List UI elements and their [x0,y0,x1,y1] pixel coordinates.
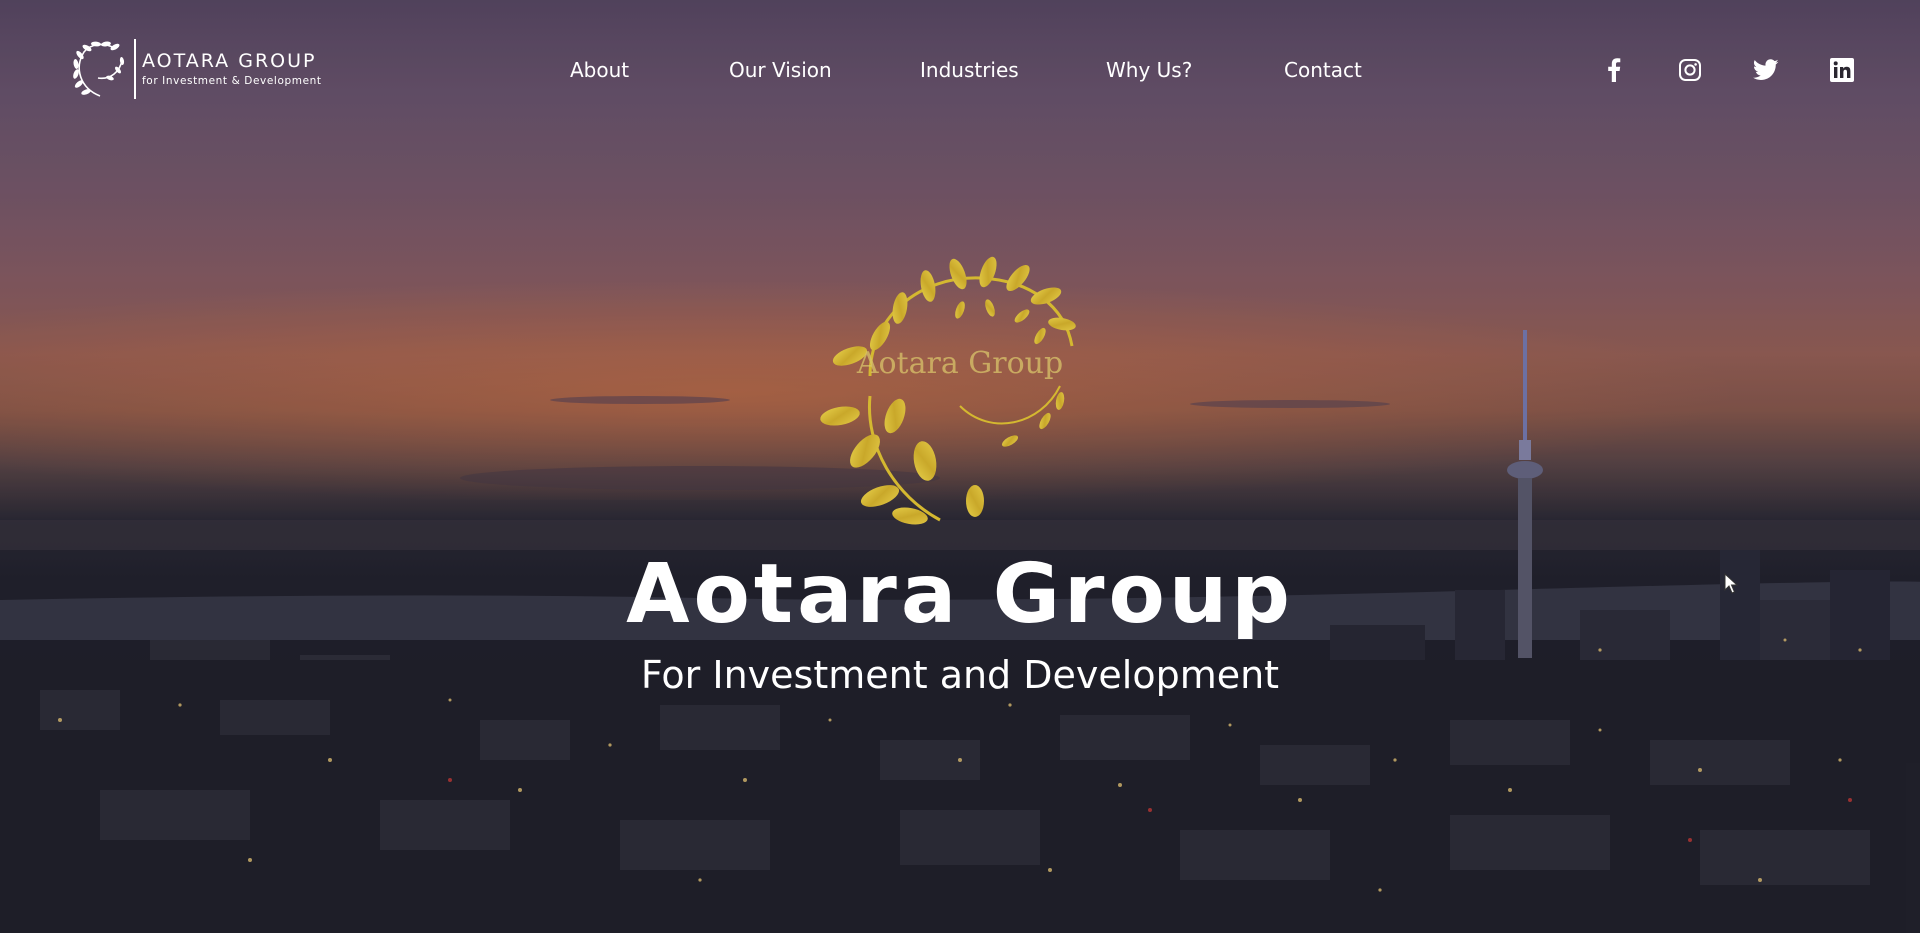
mouse-cursor-icon [1724,573,1738,594]
nav-contact[interactable]: Contact [1284,56,1362,84]
hero-laurel-logo: Aotara Group [810,236,1110,530]
twitter-icon[interactable] [1752,56,1780,84]
site-header: AOTARA GROUP for Investment & Developmen… [0,0,1920,140]
instagram-icon[interactable] [1676,56,1704,84]
nav-about[interactable]: About [570,56,629,84]
nav-why-us[interactable]: Why Us? [1106,56,1192,84]
facebook-icon[interactable] [1600,56,1628,84]
social-links [1600,56,1856,84]
nav-industries[interactable]: Industries [920,56,1019,84]
nav-our-vision[interactable]: Our Vision [729,56,832,84]
linkedin-icon[interactable] [1828,56,1856,84]
hero-subtitle: For Investment and Development [640,653,1280,697]
gold-laurel-icon [820,256,1076,525]
hero-title: Aotara Group [626,547,1294,642]
hero-logo-text: Aotara Group [856,346,1064,381]
page: AOTARA GROUP for Investment & Developmen… [0,0,1920,933]
